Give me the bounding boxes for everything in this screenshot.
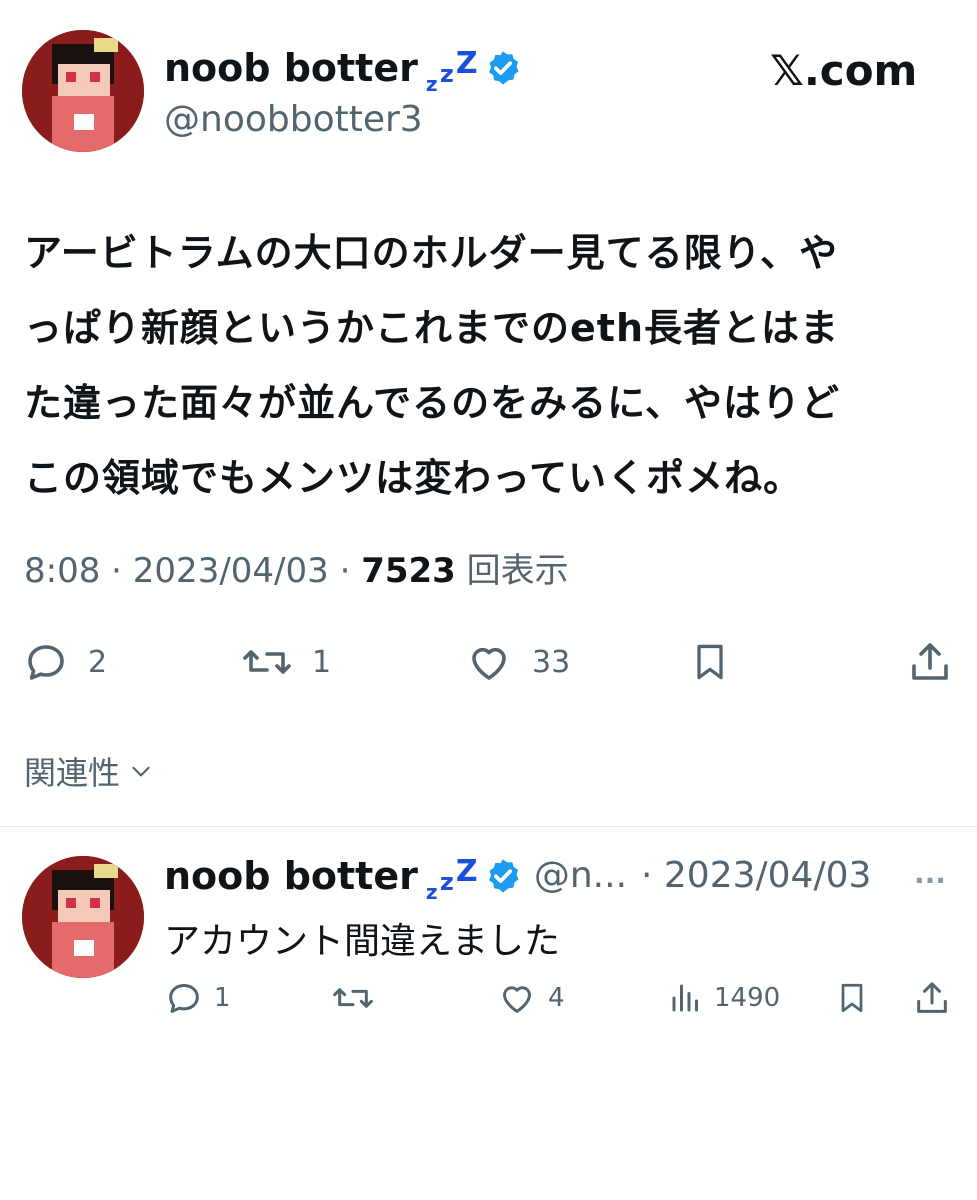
zzz-badge: z z Z <box>425 854 478 904</box>
reply-author-avatar[interactable] <box>22 856 144 978</box>
more-options-icon[interactable]: ··· <box>914 864 946 897</box>
reply-author-name[interactable]: noob botter <box>164 857 418 895</box>
avatar-image <box>22 856 144 978</box>
like-button[interactable]: 33 <box>464 638 570 686</box>
views-label: 回表示 <box>466 551 569 591</box>
tweet-text-line: た違った面々が並んでるのをみるに、やはりど <box>24 381 840 425</box>
author-handle[interactable]: @noobbotter3 <box>164 102 423 138</box>
reply-retweet-button[interactable] <box>330 978 386 1018</box>
like-count: 33 <box>532 644 571 680</box>
retweet-icon <box>243 650 291 674</box>
reply-bookmark-button[interactable] <box>834 978 870 1018</box>
tweet-text: アービトラムの大口のホルダー見てる限り、や っぱり新顔というかこれまでのeth長… <box>24 216 964 516</box>
reply-button[interactable]: 2 <box>22 638 107 686</box>
reply-date[interactable]: · 2023/04/03 <box>641 858 871 894</box>
x-brand-logo: 𝕏.com <box>770 46 918 95</box>
author-name-row: noob botter z z Z <box>164 46 522 96</box>
reply-icon <box>169 984 199 1013</box>
bookmark-button[interactable] <box>688 638 732 686</box>
reply-views-button[interactable]: 1490 <box>668 978 780 1018</box>
relevance-label: 関連性 <box>24 754 121 792</box>
tweet-date[interactable]: 2023/04/03 <box>133 551 329 591</box>
heart-icon <box>472 647 506 680</box>
share-icon <box>912 643 948 680</box>
relevance-sort-dropdown[interactable]: 関連性 <box>24 748 154 794</box>
author-name[interactable]: noob botter <box>164 49 418 87</box>
reply-text: アカウント間違えました <box>164 921 561 962</box>
meta-separator: · <box>339 551 351 591</box>
heart-icon <box>503 986 531 1013</box>
tweet-meta: 8:08 · 2023/04/03 · 7523 回表示 <box>24 554 569 588</box>
reply-count: 2 <box>88 644 108 680</box>
reply-views-count: 1490 <box>714 983 781 1013</box>
views-count: 7523 <box>361 551 456 591</box>
reply-icon <box>28 645 64 680</box>
author-avatar[interactable] <box>22 30 144 152</box>
zzz-badge: z z Z <box>425 46 478 96</box>
tweet-text-line: っぱり新顔というかこれまでのeth長者とはま <box>24 306 839 350</box>
reply-like-count: 4 <box>548 983 565 1013</box>
reply-share-button[interactable] <box>912 978 952 1018</box>
avatar-image <box>22 30 144 152</box>
reply-reply-count: 1 <box>214 983 231 1013</box>
tweet-text-line: この領域でもメンツは変わっていくポメね。 <box>24 456 803 500</box>
tweet-time[interactable]: 8:08 <box>24 551 100 591</box>
share-icon <box>917 982 947 1013</box>
meta-separator: · <box>111 551 122 591</box>
verified-badge-icon <box>488 859 519 893</box>
bookmark-icon <box>697 644 723 680</box>
tweet-text-line: アービトラムの大口のホルダー見てる限り、や <box>24 231 839 275</box>
chevron-down-icon <box>132 766 150 777</box>
share-button[interactable] <box>906 638 954 686</box>
retweet-count: 1 <box>312 644 332 680</box>
reply-like-button[interactable]: 4 <box>496 978 565 1018</box>
retweet-button[interactable]: 1 <box>240 638 331 686</box>
verified-badge-icon <box>488 51 519 85</box>
retweet-icon <box>333 988 373 1008</box>
reply-author-row: noob botter z z Z @n... · 2023/04/03 <box>164 854 871 904</box>
reply-author-handle[interactable]: @n... <box>534 858 627 894</box>
divider <box>0 826 977 827</box>
reply-reply-button[interactable]: 1 <box>164 978 231 1018</box>
analytics-icon <box>672 984 698 1012</box>
bookmark-icon <box>841 983 863 1013</box>
